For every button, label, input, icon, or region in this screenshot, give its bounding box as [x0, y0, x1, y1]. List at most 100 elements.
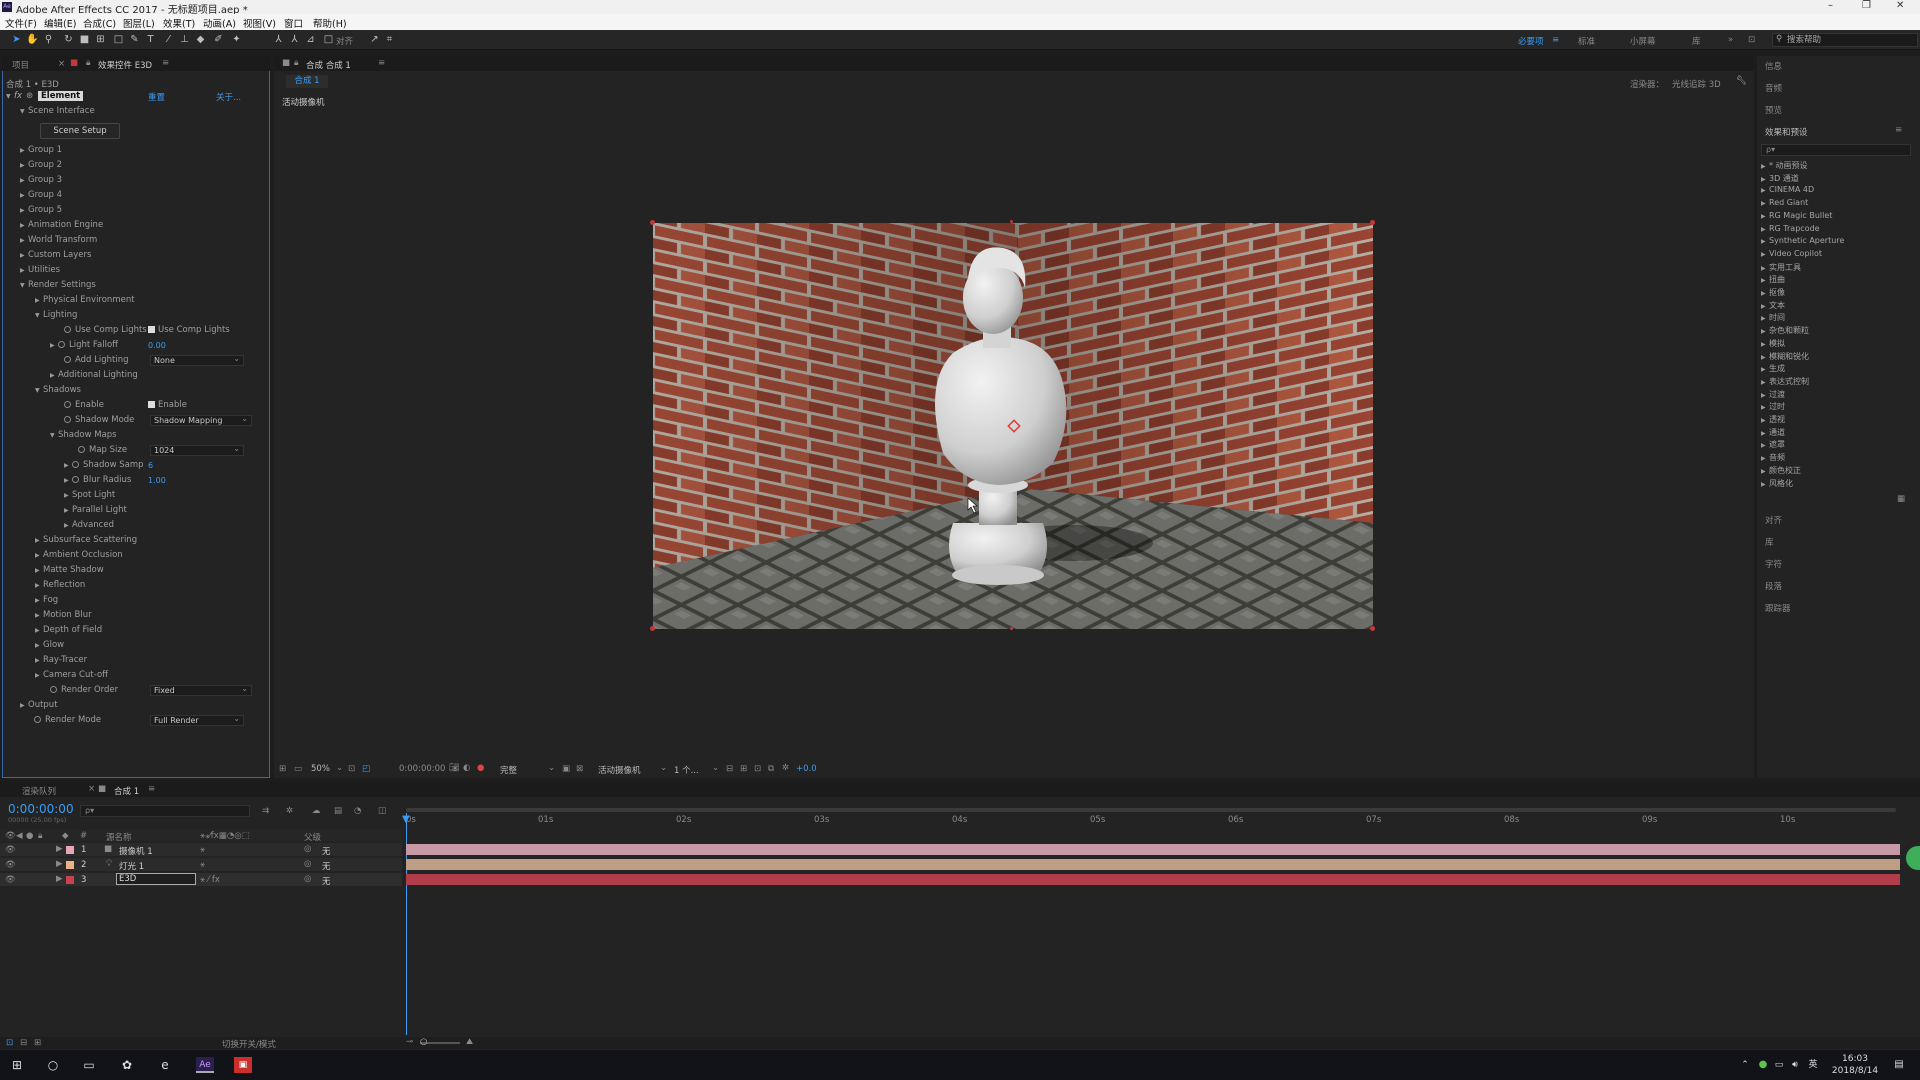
monitor-icon[interactable]: ▭: [294, 764, 302, 774]
list-item[interactable]: ▶ 过渡: [1761, 389, 1785, 400]
list-item[interactable]: ▶ 遮罩: [1761, 439, 1785, 450]
system-tray-chevron-icon[interactable]: ⌃: [1736, 1057, 1754, 1073]
layer-handle-icon[interactable]: [650, 220, 655, 225]
minimize-icon[interactable]: –: [1828, 0, 1833, 11]
comp-flowchart-icon[interactable]: ⇉: [262, 806, 269, 816]
renderer-value[interactable]: 光线追踪 3D: [1672, 78, 1721, 90]
show-snapshot-icon[interactable]: ◐: [463, 763, 470, 773]
shadow-samples-value[interactable]: 6: [148, 461, 153, 470]
tree-reflection[interactable]: ▶ Reflection: [35, 580, 85, 590]
lock-icon[interactable]: ■: [70, 58, 78, 68]
about-link[interactable]: 关于...: [216, 91, 241, 103]
recorder-app-icon[interactable]: ▣: [234, 1057, 252, 1073]
shy-switch-icon[interactable]: ⚹: [200, 845, 205, 855]
effects-search-input[interactable]: ρ▾: [1761, 144, 1911, 156]
table-row[interactable]: 👁︎ ▶ 1 ■ 摄像机 1 ⚹ ◎ 无: [0, 843, 402, 857]
stopwatch-icon[interactable]: [50, 686, 57, 693]
search-help-input[interactable]: 搜索帮助: [1772, 33, 1918, 47]
menu-help[interactable]: 帮助(H): [313, 16, 347, 30]
close-icon[interactable]: ✕: [1896, 0, 1904, 11]
tree-shadow-maps[interactable]: ▼ Shadow Maps: [50, 430, 117, 440]
camera-view-dropdown[interactable]: 活动摄像机: [598, 764, 641, 776]
frame-blending-icon[interactable]: ▤: [334, 806, 342, 816]
zoom-slider-thumb[interactable]: ○: [420, 1037, 427, 1047]
tree-parallel-light[interactable]: ▶ Parallel Light: [64, 505, 127, 515]
list-item[interactable]: ▶ 透视: [1761, 414, 1785, 425]
windows-start-icon[interactable]: ⊞: [8, 1057, 26, 1073]
table-row[interactable]: 👁︎ ▶ 2 💡︎ 灯光 1 ⚹ ◎ 无: [0, 858, 402, 872]
pan-behind-tool-icon[interactable]: ⊞: [94, 33, 107, 46]
volume-icon[interactable]: 🔊︎: [1786, 1057, 1804, 1073]
fx-icon[interactable]: fx: [14, 91, 22, 101]
list-item[interactable]: ▶ Red Giant: [1761, 198, 1808, 207]
tree-group-4[interactable]: ▶ Group 4: [20, 190, 62, 200]
list-item[interactable]: ▶ Video Copilot: [1761, 249, 1822, 258]
library-panel-tab[interactable]: 库: [1765, 536, 1774, 548]
tree-additional-lighting[interactable]: ▶ Additional Lighting: [50, 370, 138, 380]
parent-dropdown[interactable]: 无: [322, 875, 331, 887]
tree-scene-interface[interactable]: ▼ Scene Interface: [20, 106, 95, 116]
viewer-lock-icon[interactable]: ■: [282, 58, 290, 68]
notification-center-icon[interactable]: ▤: [1890, 1057, 1908, 1073]
tree-advanced[interactable]: ▶ Advanced: [64, 520, 114, 530]
shy-layers-icon[interactable]: ☁: [312, 806, 321, 816]
channel-icon[interactable]: ●: [477, 763, 484, 773]
character-panel-tab[interactable]: 字符: [1765, 558, 1782, 570]
tab-comp-timeline[interactable]: 合成 1: [114, 785, 139, 797]
layer-name[interactable]: 灯光 1: [119, 860, 144, 872]
toggle-switches-modes-button[interactable]: 切换开关/模式: [222, 1038, 276, 1050]
hand-tool-icon[interactable]: ✋: [26, 33, 39, 46]
parent-column[interactable]: 父级: [304, 831, 321, 843]
layer-handle-icon[interactable]: [1010, 627, 1013, 630]
composition-canvas[interactable]: [653, 223, 1373, 629]
workspace-menu-icon[interactable]: ≡: [1552, 35, 1559, 45]
close-tab-icon[interactable]: ×: [58, 59, 65, 69]
grid-icon[interactable]: ⊡: [348, 764, 355, 774]
transparency-grid-icon[interactable]: ⊠: [576, 764, 583, 774]
resolution-dropdown[interactable]: 完整: [500, 764, 517, 776]
parent-dropdown[interactable]: 无: [322, 845, 331, 857]
blur-radius-value[interactable]: 1.00: [148, 476, 166, 485]
stopwatch-icon[interactable]: [64, 401, 71, 408]
list-item[interactable]: ▶ CINEMA 4D: [1761, 185, 1814, 194]
expand-triangle-icon[interactable]: ▶: [56, 874, 63, 884]
paragraph-panel-tab[interactable]: 段落: [1765, 580, 1782, 592]
tree-lighting[interactable]: ▼ Lighting: [35, 310, 77, 320]
use-comp-lights-checkbox[interactable]: Use Comp Lights: [148, 325, 230, 335]
toggle-pixel-aspect-icon[interactable]: ⊟: [726, 764, 733, 774]
source-name-column[interactable]: 源名称: [106, 831, 132, 843]
list-item[interactable]: ▶ * 动画预设: [1761, 160, 1808, 171]
pick-whip-icon[interactable]: ◎: [304, 844, 311, 854]
preview-panel-tab[interactable]: 预览: [1765, 104, 1782, 116]
ime-indicator[interactable]: 英: [1804, 1057, 1822, 1073]
more-workspaces-icon[interactable]: »: [1728, 35, 1733, 45]
timeline-search-input[interactable]: ρ▾: [80, 805, 250, 817]
tree-fog[interactable]: ▶ Fog: [35, 595, 58, 605]
graph-editor-icon[interactable]: ◫: [378, 806, 386, 816]
menu-layer[interactable]: 图层(L): [123, 16, 155, 30]
stopwatch-icon[interactable]: [58, 341, 65, 348]
clock-date[interactable]: 2018/8/14: [1830, 1066, 1880, 1076]
tree-motion-blur[interactable]: ▶ Motion Blur: [35, 610, 92, 620]
tree-group-5[interactable]: ▶ Group 5: [20, 205, 62, 215]
exposure-value[interactable]: +0.0: [796, 764, 817, 774]
layer-duration-bar[interactable]: [406, 859, 1900, 870]
align-checkbox-icon[interactable]: □: [322, 33, 335, 46]
list-item[interactable]: ▶ 时间: [1761, 312, 1785, 323]
selection-tool-icon[interactable]: ➤: [10, 33, 23, 46]
list-item[interactable]: ▶ 文本: [1761, 300, 1785, 311]
snapshot-icon[interactable]: 📷︎: [449, 763, 460, 773]
menu-animation[interactable]: 动画(A): [203, 16, 236, 30]
tree-ambient-occlusion[interactable]: ▶ Ambient Occlusion: [35, 550, 123, 560]
list-item[interactable]: ▶ 生成: [1761, 363, 1785, 374]
clock-time[interactable]: 16:03: [1830, 1054, 1880, 1064]
list-item[interactable]: ▶ 模糊和锐化: [1761, 351, 1809, 362]
snapping-icon[interactable]: ↗: [368, 33, 381, 46]
stopwatch-icon[interactable]: [64, 416, 71, 423]
list-item[interactable]: ▶ 颜色校正: [1761, 465, 1801, 476]
current-time-display[interactable]: 0:00:00:00: [8, 802, 74, 816]
workspace-library[interactable]: 库: [1692, 35, 1701, 47]
layer-handle-icon[interactable]: [650, 626, 655, 631]
tab-composition[interactable]: 合成 合成 1: [306, 59, 351, 71]
list-item[interactable]: ▶ 扭曲: [1761, 274, 1785, 285]
